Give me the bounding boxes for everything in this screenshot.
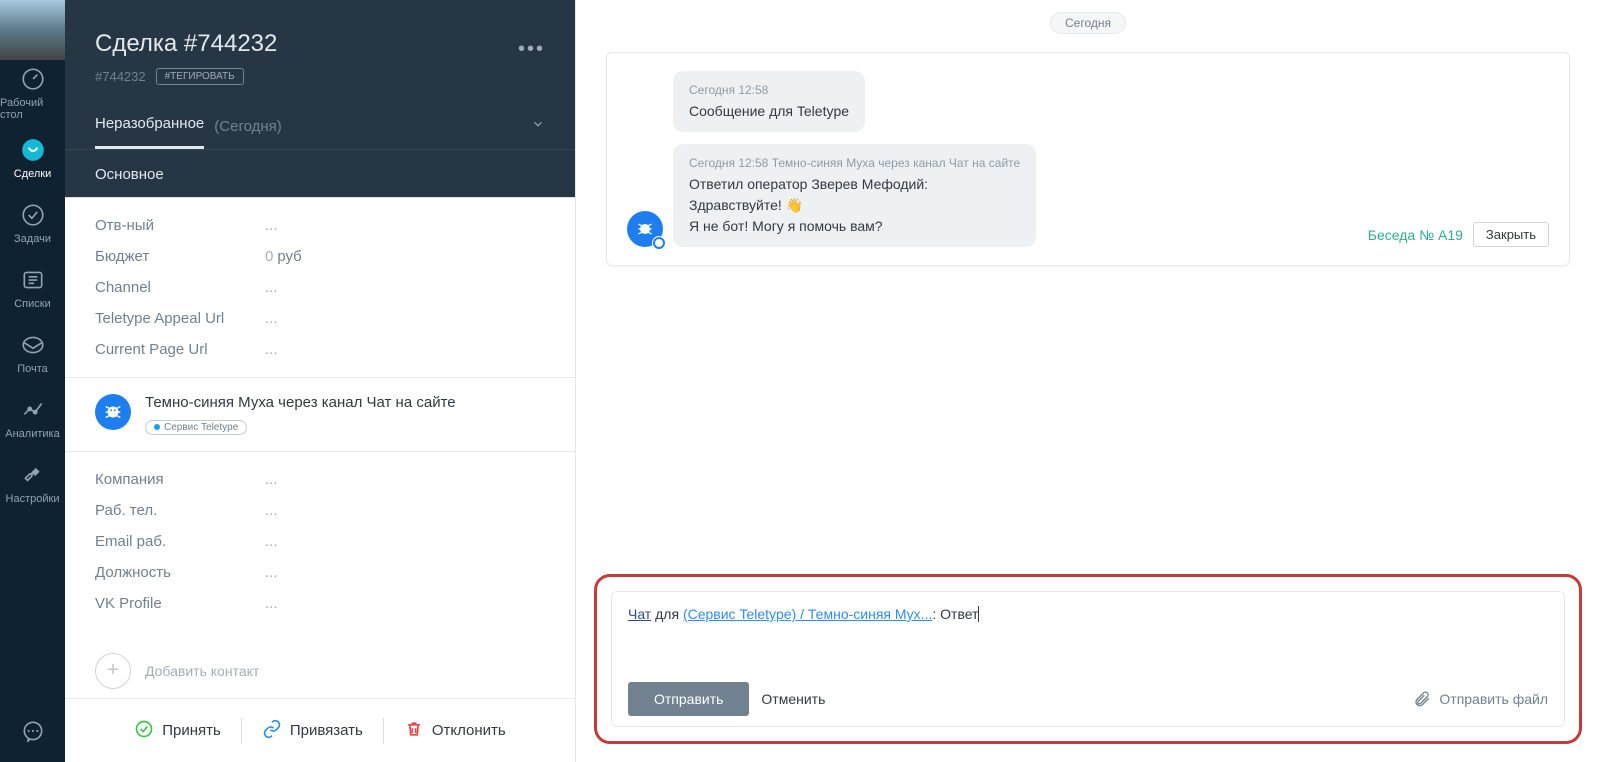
- chat-content: Сегодня Сегодня 12:58 Сообщение для Tele…: [575, 0, 1600, 762]
- bug-icon: [102, 401, 124, 423]
- nav-sidebar: Рабочий стол Сделки Задачи Списки Почта …: [0, 0, 65, 762]
- field-email[interactable]: Email раб....: [95, 526, 545, 557]
- stage-meta: (Сегодня): [214, 118, 281, 135]
- stage-section[interactable]: Неразобранное (Сегодня): [65, 103, 575, 150]
- deal-id: #744232: [95, 69, 146, 84]
- contact-name: Темно-синяя Муха через канал Чат на сайт…: [145, 394, 545, 411]
- nav-item-chat[interactable]: [0, 702, 65, 762]
- field-appeal-url[interactable]: Teletype Appeal Url ...: [95, 303, 545, 334]
- compose-highlight: Чат для (Сервис Teletype) / Темно-синяя …: [594, 574, 1582, 744]
- field-company[interactable]: Компания...: [95, 464, 545, 495]
- analytics-icon: [19, 396, 47, 424]
- nav-item-mail[interactable]: Почта: [0, 320, 65, 385]
- nav-label: Рабочий стол: [0, 97, 65, 121]
- nav-label: Задачи: [14, 233, 51, 245]
- tag-button[interactable]: #ТЕГИРОВАТЬ: [156, 68, 244, 85]
- send-button[interactable]: Отправить: [628, 682, 749, 716]
- nav-item-analytics[interactable]: Аналитика: [0, 385, 65, 450]
- link-icon: [262, 719, 282, 739]
- cancel-button[interactable]: Отменить: [761, 691, 825, 707]
- bug-icon: [635, 219, 655, 239]
- field-responsible[interactable]: Отв-ный ...: [95, 210, 545, 241]
- nav-label: Настройки: [6, 493, 60, 505]
- nav-label: Сделки: [14, 168, 52, 180]
- message-avatar: [627, 211, 663, 247]
- field-budget[interactable]: Бюджет 0руб: [95, 241, 545, 272]
- plus-icon: +: [95, 653, 131, 689]
- field-current-page[interactable]: Current Page Url ...: [95, 334, 545, 365]
- conversation-link[interactable]: Беседа № A19: [1368, 227, 1463, 243]
- message-bubble: Сегодня 12:58 Сообщение для Teletype: [673, 71, 865, 132]
- messages-area: Сегодня 12:58 Сообщение для Teletype Сег…: [576, 42, 1600, 564]
- nav-item-tasks[interactable]: Задачи: [0, 190, 65, 255]
- add-contact-button[interactable]: + Добавить контакт: [65, 631, 575, 699]
- nav-label: Списки: [14, 298, 51, 310]
- attach-file-button[interactable]: Отправить файл: [1413, 690, 1548, 708]
- message-card: Сегодня 12:58 Сообщение для Teletype Сег…: [606, 52, 1570, 266]
- field-phone[interactable]: Раб. тел....: [95, 495, 545, 526]
- main-tab[interactable]: Основное: [65, 150, 575, 198]
- chevron-down-icon[interactable]: [531, 117, 545, 134]
- nav-item-settings[interactable]: Настройки: [0, 450, 65, 515]
- check-icon: [19, 201, 47, 229]
- compose-box: Чат для (Сервис Teletype) / Темно-синяя …: [611, 591, 1565, 727]
- wrench-icon: [19, 461, 47, 489]
- message-bubble: Сегодня 12:58 Темно-синяя Муха через кан…: [673, 144, 1036, 247]
- mail-icon: [19, 331, 47, 359]
- user-avatar[interactable]: [0, 0, 65, 60]
- detail-footer: Принять Привязать Отклонить: [65, 698, 575, 762]
- more-icon[interactable]: •••: [518, 38, 545, 61]
- close-conversation-button[interactable]: Закрыть: [1473, 222, 1549, 247]
- paperclip-icon: [1413, 690, 1431, 708]
- nav-item-dashboard[interactable]: Рабочий стол: [0, 60, 65, 125]
- deal-detail-panel: Сделка #744232 #744232 #ТЕГИРОВАТЬ ••• Н…: [65, 0, 575, 762]
- field-position[interactable]: Должность...: [95, 557, 545, 588]
- contact-card[interactable]: Темно-синяя Муха через канал Чат на сайт…: [65, 377, 575, 452]
- deal-title: Сделка #744232: [95, 30, 545, 58]
- trash-icon: [404, 719, 424, 739]
- nav-label: Почта: [17, 363, 48, 375]
- nav-item-lists[interactable]: Списки: [0, 255, 65, 320]
- chat-bubble-icon: [20, 719, 46, 745]
- deals-icon: [19, 136, 47, 164]
- compose-input[interactable]: Чат для (Сервис Teletype) / Темно-синяя …: [612, 592, 1564, 672]
- nav-label: Аналитика: [5, 428, 59, 440]
- deal-header: Сделка #744232 #744232 #ТЕГИРОВАТЬ •••: [65, 0, 575, 103]
- accept-button[interactable]: Принять: [124, 713, 231, 749]
- stage-label: Неразобранное: [95, 103, 204, 149]
- list-icon: [19, 266, 47, 294]
- check-circle-icon: [134, 719, 154, 739]
- service-badge: Сервис Teletype: [145, 420, 247, 435]
- field-vk[interactable]: VK Profile...: [95, 588, 545, 619]
- gauge-icon: [19, 65, 47, 93]
- contact-avatar: [95, 394, 131, 430]
- nav-item-deals[interactable]: Сделки: [0, 125, 65, 190]
- date-separator: Сегодня: [576, 0, 1600, 42]
- decline-button[interactable]: Отклонить: [394, 713, 516, 749]
- field-channel[interactable]: Channel ...: [95, 272, 545, 303]
- link-button[interactable]: Привязать: [252, 713, 373, 749]
